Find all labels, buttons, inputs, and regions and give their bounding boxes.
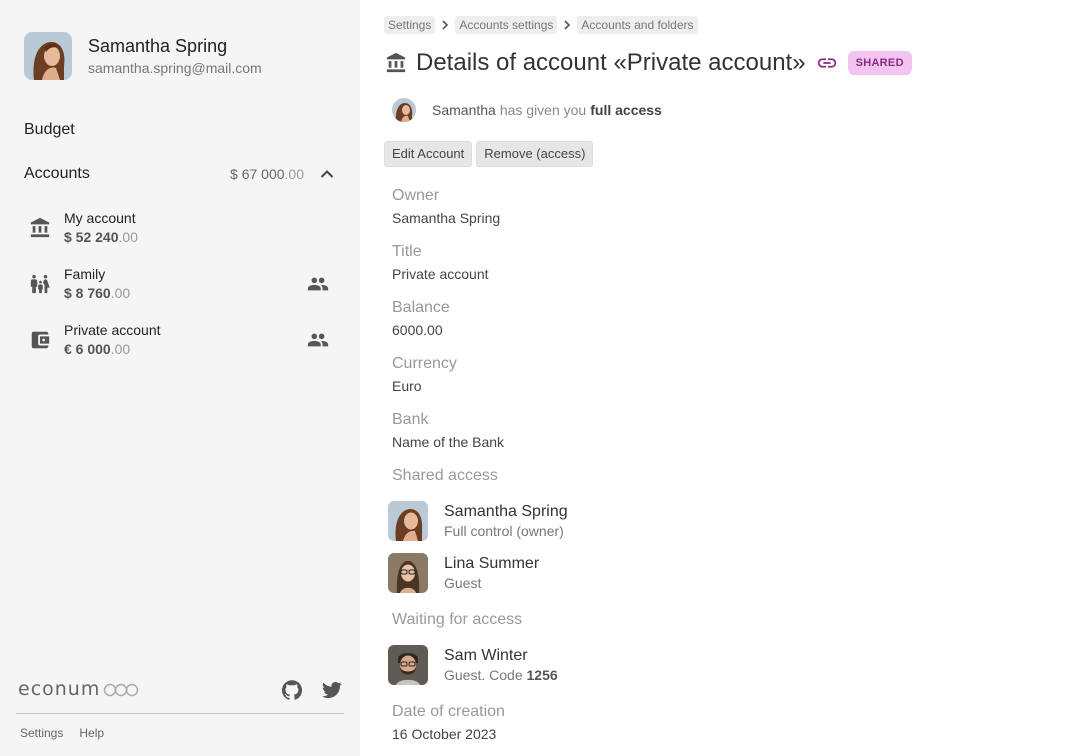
accounts-header[interactable]: Accounts $ 67 000.00: [24, 164, 336, 184]
shared-people-icon: [304, 270, 332, 298]
access-note: Samantha has given you full access: [392, 98, 662, 122]
user-role: Full control (owner): [444, 523, 564, 539]
access-level: full access: [590, 102, 662, 118]
bank-icon: [24, 212, 56, 244]
remove-access-button[interactable]: Remove (access): [476, 141, 594, 167]
account-name: My account: [64, 210, 136, 226]
edit-account-button[interactable]: Edit Account: [384, 141, 473, 167]
user-email: samantha.spring@mail.com: [88, 60, 262, 76]
avatar: [24, 32, 72, 80]
accounts-total: $ 67 000.00: [230, 166, 304, 182]
access-note-text: has given you: [499, 102, 587, 118]
accounts-label: Accounts: [24, 165, 90, 182]
shared-badge: SHARED: [847, 51, 912, 75]
breadcrumb-accounts-folders[interactable]: Accounts and folders: [577, 16, 698, 34]
econum-logo: econum: [18, 678, 142, 706]
field-title: Title Private account: [392, 242, 489, 283]
github-icon[interactable]: [281, 679, 303, 701]
chevron-right-icon: [435, 20, 455, 30]
footer-links: Settings Help: [20, 726, 104, 740]
breadcrumb-settings[interactable]: Settings: [384, 16, 436, 34]
shared-user-item[interactable]: Samantha Spring Full control (owner): [388, 501, 568, 541]
field-bank: Bank Name of the Bank: [392, 410, 504, 451]
family-icon: [24, 268, 56, 300]
twitter-icon[interactable]: [321, 679, 343, 701]
chevron-right-icon: [557, 20, 577, 30]
user-name: Samantha Spring: [444, 503, 568, 520]
waiting-user-item[interactable]: Sam Winter Guest. Code 1256: [388, 645, 558, 685]
field-label: Currency: [392, 355, 457, 372]
field-label: Bank: [392, 411, 429, 428]
account-item-my-account[interactable]: My account $ 52 240.00: [24, 206, 336, 250]
shared-user-item[interactable]: Lina Summer Guest: [388, 553, 539, 593]
shared-access-heading: Shared access: [392, 467, 498, 484]
field-owner: Owner Samantha Spring: [392, 186, 500, 227]
breadcrumb-accounts-settings[interactable]: Accounts settings: [455, 16, 558, 34]
sidebar: Samantha Spring samantha.spring@mail.com…: [0, 0, 360, 756]
field-label: Owner: [392, 187, 440, 204]
account-amount: $ 8 760.00: [64, 285, 131, 301]
invite-code: 1256: [526, 667, 558, 683]
shared-people-icon: [304, 326, 332, 354]
avatar: [388, 501, 428, 541]
page-title: Details of account «Private account»: [416, 49, 806, 76]
field-value: Name of the Bank: [392, 434, 505, 450]
field-label: Date of creation: [392, 703, 505, 720]
link-icon[interactable]: [816, 52, 838, 74]
main-content: Settings Accounts settings Accounts and …: [360, 0, 1080, 756]
breadcrumb: Settings Accounts settings Accounts and …: [384, 16, 698, 34]
user-name: Sam Winter: [444, 647, 528, 664]
field-label: Balance: [392, 299, 450, 316]
page-header: Details of account «Private account» SHA…: [384, 49, 912, 77]
bank-icon: [384, 49, 408, 77]
account-amount: € 6 000.00: [64, 341, 131, 357]
nav-budget[interactable]: Budget: [24, 120, 75, 140]
wallet-icon: [24, 324, 56, 356]
avatar: [392, 98, 416, 122]
account-amount: $ 52 240.00: [64, 229, 138, 245]
field-date-of-creation: Date of creation 16 October 2023: [392, 702, 505, 743]
account-name: Family: [64, 266, 106, 282]
user-name: Lina Summer: [444, 555, 540, 572]
field-currency: Currency Euro: [392, 354, 457, 395]
account-item-family[interactable]: Family $ 8 760.00: [24, 262, 336, 306]
avatar: [388, 553, 428, 593]
user-name: Samantha Spring: [88, 36, 228, 56]
footer-settings-link[interactable]: Settings: [20, 726, 63, 740]
account-name: Private account: [64, 322, 161, 338]
user-role: Guest. Code 1256: [444, 667, 558, 683]
action-buttons: Edit Account Remove (access): [384, 141, 594, 167]
field-value: Euro: [392, 378, 422, 394]
account-item-private-account[interactable]: Private account € 6 000.00: [24, 318, 336, 362]
field-label: Title: [392, 243, 422, 260]
access-giver-name: Samantha: [432, 102, 496, 118]
user-profile[interactable]: Samantha Spring samantha.spring@mail.com: [24, 32, 262, 80]
chevron-up-icon[interactable]: [318, 165, 336, 183]
logo-text: econum: [18, 679, 100, 700]
waiting-access-heading: Waiting for access: [392, 611, 523, 628]
avatar: [388, 645, 428, 685]
user-role: Guest: [444, 575, 482, 591]
footer-divider: [16, 713, 344, 714]
footer-help-link[interactable]: Help: [79, 726, 104, 740]
field-balance: Balance 6000.00: [392, 298, 450, 339]
field-value: 6000.00: [392, 322, 443, 338]
field-value: Samantha Spring: [392, 210, 501, 226]
field-value: Private account: [392, 266, 489, 282]
field-value: 16 October 2023: [392, 726, 497, 742]
